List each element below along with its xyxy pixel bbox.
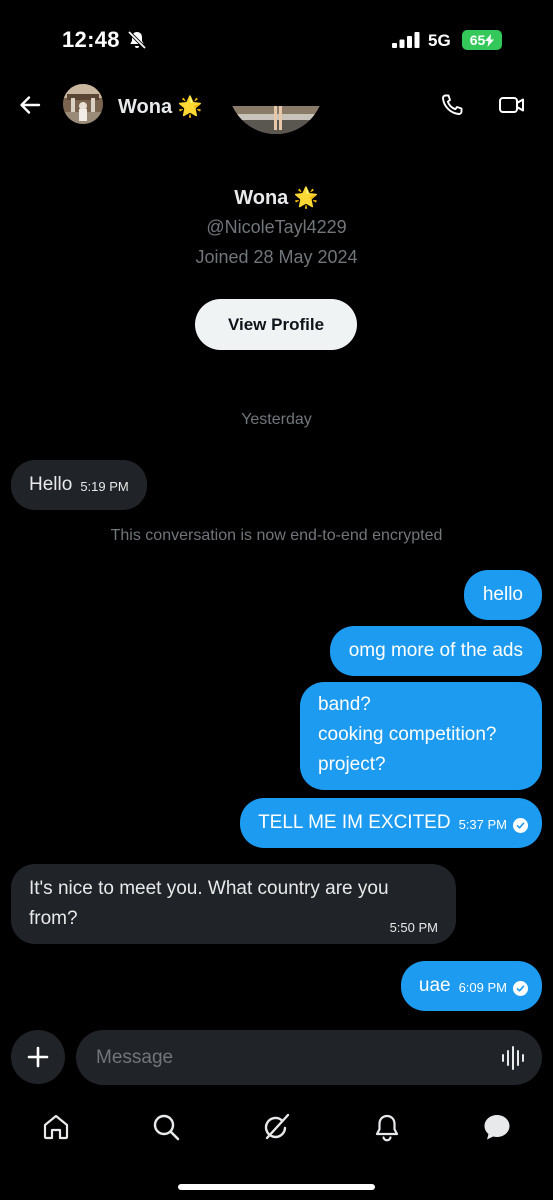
profile-name: Wona 🌟 xyxy=(234,187,319,209)
message-bubble-incoming[interactable]: Hello 5:19 PM xyxy=(11,460,147,510)
charging-bolt-icon xyxy=(485,33,495,47)
plus-icon xyxy=(27,1046,49,1068)
message-text: TELL ME IM EXCITED xyxy=(258,812,451,833)
read-receipt-icon xyxy=(513,980,528,996)
read-receipt-icon xyxy=(513,817,528,833)
home-icon[interactable] xyxy=(41,1112,71,1142)
profile-avatar-image xyxy=(228,106,324,134)
message-input[interactable] xyxy=(96,1030,496,1085)
search-icon[interactable] xyxy=(151,1112,181,1142)
back-arrow-icon[interactable] xyxy=(18,93,42,117)
message-text: uae xyxy=(418,975,451,996)
avatar[interactable] xyxy=(63,84,103,124)
message-line: band? xyxy=(318,694,371,715)
message-text: Hello xyxy=(29,474,73,495)
message-meta: 6:09 PM xyxy=(459,973,528,1003)
signal-icon xyxy=(392,32,420,48)
message-line: It's nice to meet you. What country are … xyxy=(29,878,389,899)
messages-icon[interactable] xyxy=(482,1112,512,1142)
bottom-navigation xyxy=(0,1104,553,1154)
encryption-note: This conversation is now end-to-end encr… xyxy=(110,527,443,544)
message-time: 6:09 PM xyxy=(458,980,507,995)
header-contact-name[interactable]: Wona 🌟 xyxy=(118,94,203,119)
video-call-icon[interactable] xyxy=(498,93,526,117)
view-profile-button[interactable]: View Profile xyxy=(195,299,357,350)
message-text: omg more of the ads xyxy=(348,640,523,661)
message-bubble-outgoing[interactable]: omg more of the ads xyxy=(329,626,542,676)
network-type: 5G xyxy=(428,31,451,50)
message-composer[interactable] xyxy=(76,1030,542,1085)
add-attachment-button[interactable] xyxy=(11,1030,65,1084)
message-text: hello xyxy=(482,584,523,605)
avatar-image xyxy=(63,84,103,124)
message-meta: 5:37 PM xyxy=(459,810,528,840)
message-line: from? xyxy=(29,908,78,929)
message-bubble-outgoing[interactable]: band? cooking competition? project? xyxy=(300,682,542,790)
message-line: project? xyxy=(318,754,386,775)
notifications-icon[interactable] xyxy=(372,1112,402,1142)
message-time: 5:19 PM xyxy=(80,479,129,494)
message-bubble-incoming[interactable]: It's nice to meet you. What country are … xyxy=(11,864,456,944)
message-bubble-outgoing[interactable]: uae 6:09 PM xyxy=(400,961,542,1011)
bell-off-icon xyxy=(127,30,147,50)
home-indicator[interactable] xyxy=(178,1184,375,1190)
voice-message-icon[interactable] xyxy=(500,1045,526,1071)
day-separator: Yesterday xyxy=(241,411,312,428)
battery-level: 65 xyxy=(469,32,486,48)
grok-icon[interactable] xyxy=(261,1112,291,1142)
profile-handle: @NicoleTayl4229 xyxy=(206,217,347,237)
message-time: 5:50 PM xyxy=(389,920,438,935)
message-bubble-outgoing[interactable]: TELL ME IM EXCITED 5:37 PM xyxy=(240,798,542,848)
message-line: cooking competition? xyxy=(318,724,497,745)
profile-avatar[interactable] xyxy=(228,106,324,156)
message-bubble-outgoing[interactable]: hello xyxy=(463,570,542,620)
message-time: 5:37 PM xyxy=(458,817,507,832)
phone-icon[interactable] xyxy=(440,93,464,117)
profile-joined-date: Joined 28 May 2024 xyxy=(195,247,358,267)
battery-indicator: 65 xyxy=(462,30,502,50)
status-bar: 12:48 5G 65 xyxy=(0,0,553,80)
status-time: 12:48 xyxy=(62,27,120,52)
